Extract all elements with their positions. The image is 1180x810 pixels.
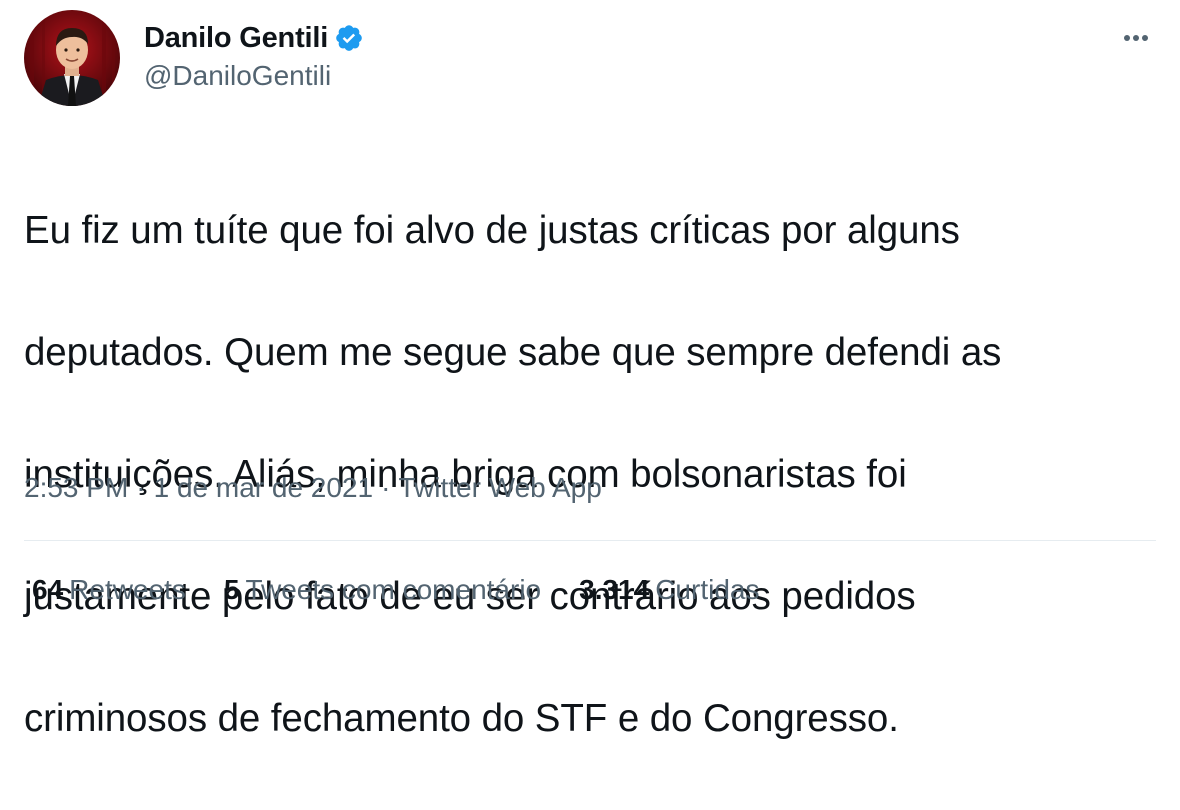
retweets-label: Retweets xyxy=(69,574,186,605)
likes-count: 3.314 xyxy=(579,574,650,605)
meta-separator: · xyxy=(381,472,391,503)
tweet-text-line: deputados. Quem me segue sabe que sempre… xyxy=(24,331,1002,374)
author-block: Danilo Gentili @DaniloGentili xyxy=(144,20,364,92)
tweet-source[interactable]: Twitter Web App xyxy=(398,472,601,503)
quotes-label: Tweets com comentário xyxy=(245,574,542,605)
likes-label: Curtidas xyxy=(655,574,760,605)
avatar-photo-icon xyxy=(24,10,120,106)
author-handle[interactable]: @DaniloGentili xyxy=(144,60,364,92)
tweet-stats: 64 Retweets 5 Tweets com comentário 3.314 C… xyxy=(32,574,797,606)
tweet-meta: 2:53 PM · 1 de mar de 2021 · Twitter Web App xyxy=(24,472,602,504)
verified-badge-icon xyxy=(334,23,364,53)
meta-separator: · xyxy=(136,472,146,503)
likes-stat[interactable]: 3.314 Curtidas xyxy=(579,574,759,606)
retweets-count: 64 xyxy=(32,574,64,605)
tweet-time[interactable]: 2:53 PM xyxy=(24,472,128,503)
tweet-text-line: Eu fiz um tuíte que foi alvo de justas c… xyxy=(24,209,960,252)
tweet-text-line: criminosos de fechamento do STF e do Con… xyxy=(24,697,899,740)
name-row: Danilo Gentili xyxy=(144,20,364,56)
quotes-stat[interactable]: 5 Tweets com comentário xyxy=(224,574,541,606)
tweet-date[interactable]: 1 de mar de 2021 xyxy=(154,472,374,503)
divider xyxy=(24,540,1156,541)
avatar[interactable] xyxy=(24,10,120,106)
author-display-name[interactable]: Danilo Gentili xyxy=(144,22,328,55)
tweet-card: Danilo Gentili @DaniloGentili Eu fiz um … xyxy=(0,0,1180,740)
more-horizontal-icon[interactable] xyxy=(1116,18,1156,58)
quotes-count: 5 xyxy=(223,574,240,605)
retweets-stat[interactable]: 64 Retweets xyxy=(32,574,186,606)
